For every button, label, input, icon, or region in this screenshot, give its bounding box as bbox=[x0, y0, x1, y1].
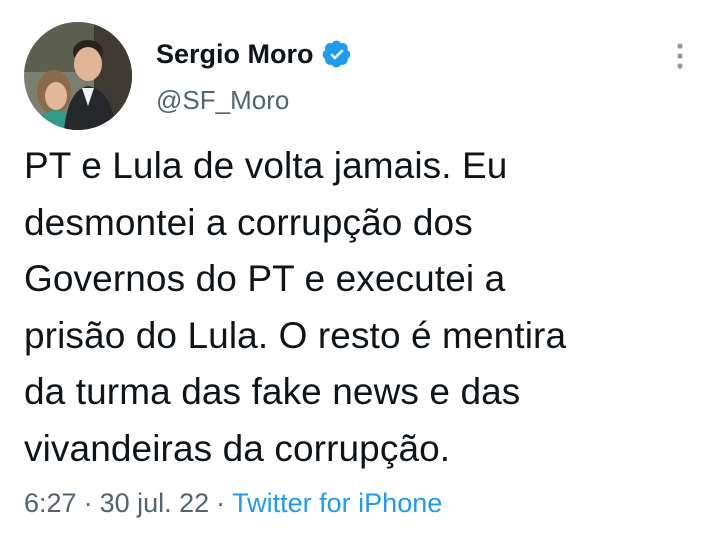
tweet-date[interactable]: 30 jul. 22 bbox=[100, 488, 210, 518]
verified-badge-icon bbox=[322, 40, 350, 68]
author-name[interactable]: Sergio Moro bbox=[156, 38, 314, 70]
more-options-icon[interactable] bbox=[670, 40, 690, 72]
tweet-metadata: 6:27 · 30 jul. 22 · Twitter for iPhone bbox=[24, 483, 442, 523]
avatar-photo bbox=[24, 22, 132, 130]
meta-separator: · bbox=[83, 488, 93, 518]
author-row[interactable]: Sergio Moro bbox=[156, 38, 352, 70]
tweet-source-link[interactable]: Twitter for iPhone bbox=[232, 488, 442, 518]
author-handle[interactable]: @SF_Moro bbox=[156, 84, 289, 116]
tweet-time[interactable]: 6:27 bbox=[24, 488, 77, 518]
meta-separator: · bbox=[216, 488, 226, 518]
tweet-text: PT e Lula de volta jamais. Eu desmontei … bbox=[24, 145, 567, 469]
avatar[interactable] bbox=[24, 22, 132, 130]
